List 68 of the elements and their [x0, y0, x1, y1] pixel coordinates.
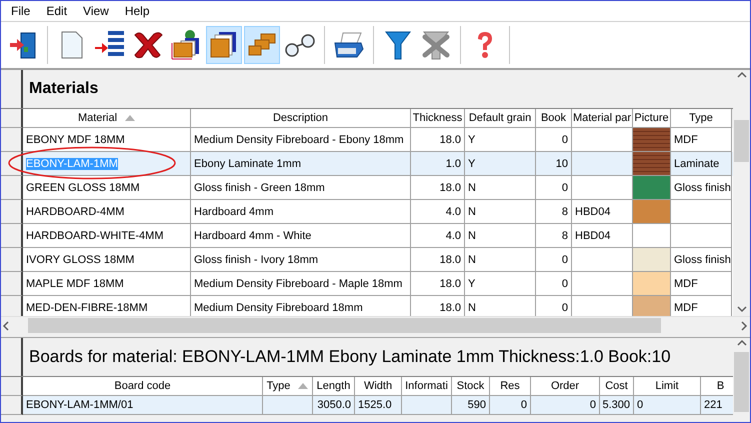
toolbar-button[interactable] [206, 26, 242, 64]
table-cell: 590 [452, 396, 490, 415]
table-cell: 0 [490, 396, 531, 415]
board-stack-icon [209, 30, 239, 60]
row-header[interactable] [1, 152, 23, 176]
row-header[interactable] [1, 272, 23, 296]
column-header[interactable]: Default grain [465, 109, 536, 128]
column-header[interactable]: Length [313, 377, 355, 396]
column-header[interactable]: Book [536, 109, 572, 128]
table-cell: 1525.0 [355, 396, 402, 415]
table-cell: 3050.0 [313, 396, 355, 415]
row-header[interactable] [1, 224, 23, 248]
scrollbar-thumb[interactable] [734, 120, 749, 162]
column-header[interactable]: Picture [633, 109, 671, 128]
table-cell: 5.300 [600, 396, 634, 415]
table-row[interactable]: IVORY GLOSS 18MM Gloss finish - Ivory 18mm 18.0 N 0 Gloss finish [1, 248, 733, 272]
panel-title: Boards for material: EBONY-LAM-1MM Ebony Laminate 1mm Thickness:1.0 Book:10 [28, 347, 672, 367]
exit-door-icon [8, 30, 38, 60]
column-header[interactable]: Width [355, 377, 402, 396]
row-header[interactable] [1, 296, 23, 316]
column-header[interactable]: Cost [600, 377, 634, 396]
column-header[interactable]: Limit [634, 377, 701, 396]
table-row[interactable]: GREEN GLOSS 18MM Gloss finish - Green 18mm 18.0 N 0 Gloss finish [1, 176, 733, 200]
row-header[interactable] [1, 128, 23, 152]
filter-icon [384, 29, 412, 61]
filter-off-icon [421, 29, 451, 61]
table-row[interactable]: HARDBOARD-WHITE-4MM Hardboard 4mm - White 4.0 N 8 HBD04 [1, 224, 733, 248]
column-header[interactable]: Board code [23, 377, 263, 396]
column-header[interactable]: Description [191, 109, 411, 128]
column-header[interactable]: Informati [402, 377, 452, 396]
column-header[interactable]: Type [671, 109, 732, 128]
scrollbar-thumb[interactable] [734, 352, 749, 412]
sort-arrow-icon [125, 115, 136, 121]
table-row[interactable]: HARDBOARD-4MM Hardboard 4mm 4.0 N 8 HBD04 [1, 200, 733, 224]
column-header[interactable]: B [701, 377, 733, 396]
table-row[interactable]: EBONY-LAM-1MM/01 3050.0 1525.0 590 0 0 5.300 0 221 [1, 396, 733, 415]
wood-pieces-icon [247, 32, 277, 58]
help-icon [475, 30, 495, 60]
menu-item[interactable]: Edit [38, 1, 76, 21]
sort-arrow-icon [298, 383, 308, 389]
table-cell: EBONY-LAM-1MM/01 [23, 396, 263, 415]
column-header[interactable]: Res [490, 377, 531, 396]
column-header[interactable]: Material [23, 109, 191, 128]
printer-icon [333, 31, 365, 59]
table-row[interactable]: EBONY-LAM-1MM Ebony Laminate 1mm 1.0 Y 10 Laminate [1, 152, 733, 176]
table-row[interactable]: MED-DEN-FIBRE-18MM Medium Density Fibreboard 18mm 18.0 N 0 MDF [1, 296, 733, 316]
row-header[interactable] [1, 176, 23, 200]
column-header[interactable]: Order [531, 377, 600, 396]
table-row[interactable]: MAPLE MDF 18MM Medium Density Fibreboard - Maple 18mm 18.0 Y 0 MDF [1, 272, 733, 296]
menu-item[interactable]: View [75, 1, 117, 21]
row-header[interactable] [1, 200, 23, 224]
panel-title: Materials [28, 80, 100, 98]
column-header[interactable]: Thickness [411, 109, 465, 128]
table-row[interactable]: EBONY MDF 18MM Medium Density Fibreboard - Ebony 18mm 18.0 Y 0 MDF [1, 128, 733, 152]
menu-item[interactable]: Help [116, 1, 158, 21]
scrollbar-thumb[interactable] [28, 318, 661, 333]
glasses-icon [284, 32, 316, 58]
menu-item[interactable]: File [3, 1, 38, 21]
delete-icon [132, 30, 164, 60]
blank-page-icon [59, 30, 85, 60]
board-stack-icon [171, 29, 201, 61]
column-header[interactable]: Type [263, 377, 313, 396]
column-header[interactable]: Material par [572, 109, 633, 128]
table-cell: 0 [531, 396, 600, 415]
row-header[interactable] [1, 396, 23, 415]
row-header[interactable] [1, 248, 23, 272]
column-header[interactable]: Stock [452, 377, 490, 396]
table-cell: 0 [634, 396, 701, 415]
